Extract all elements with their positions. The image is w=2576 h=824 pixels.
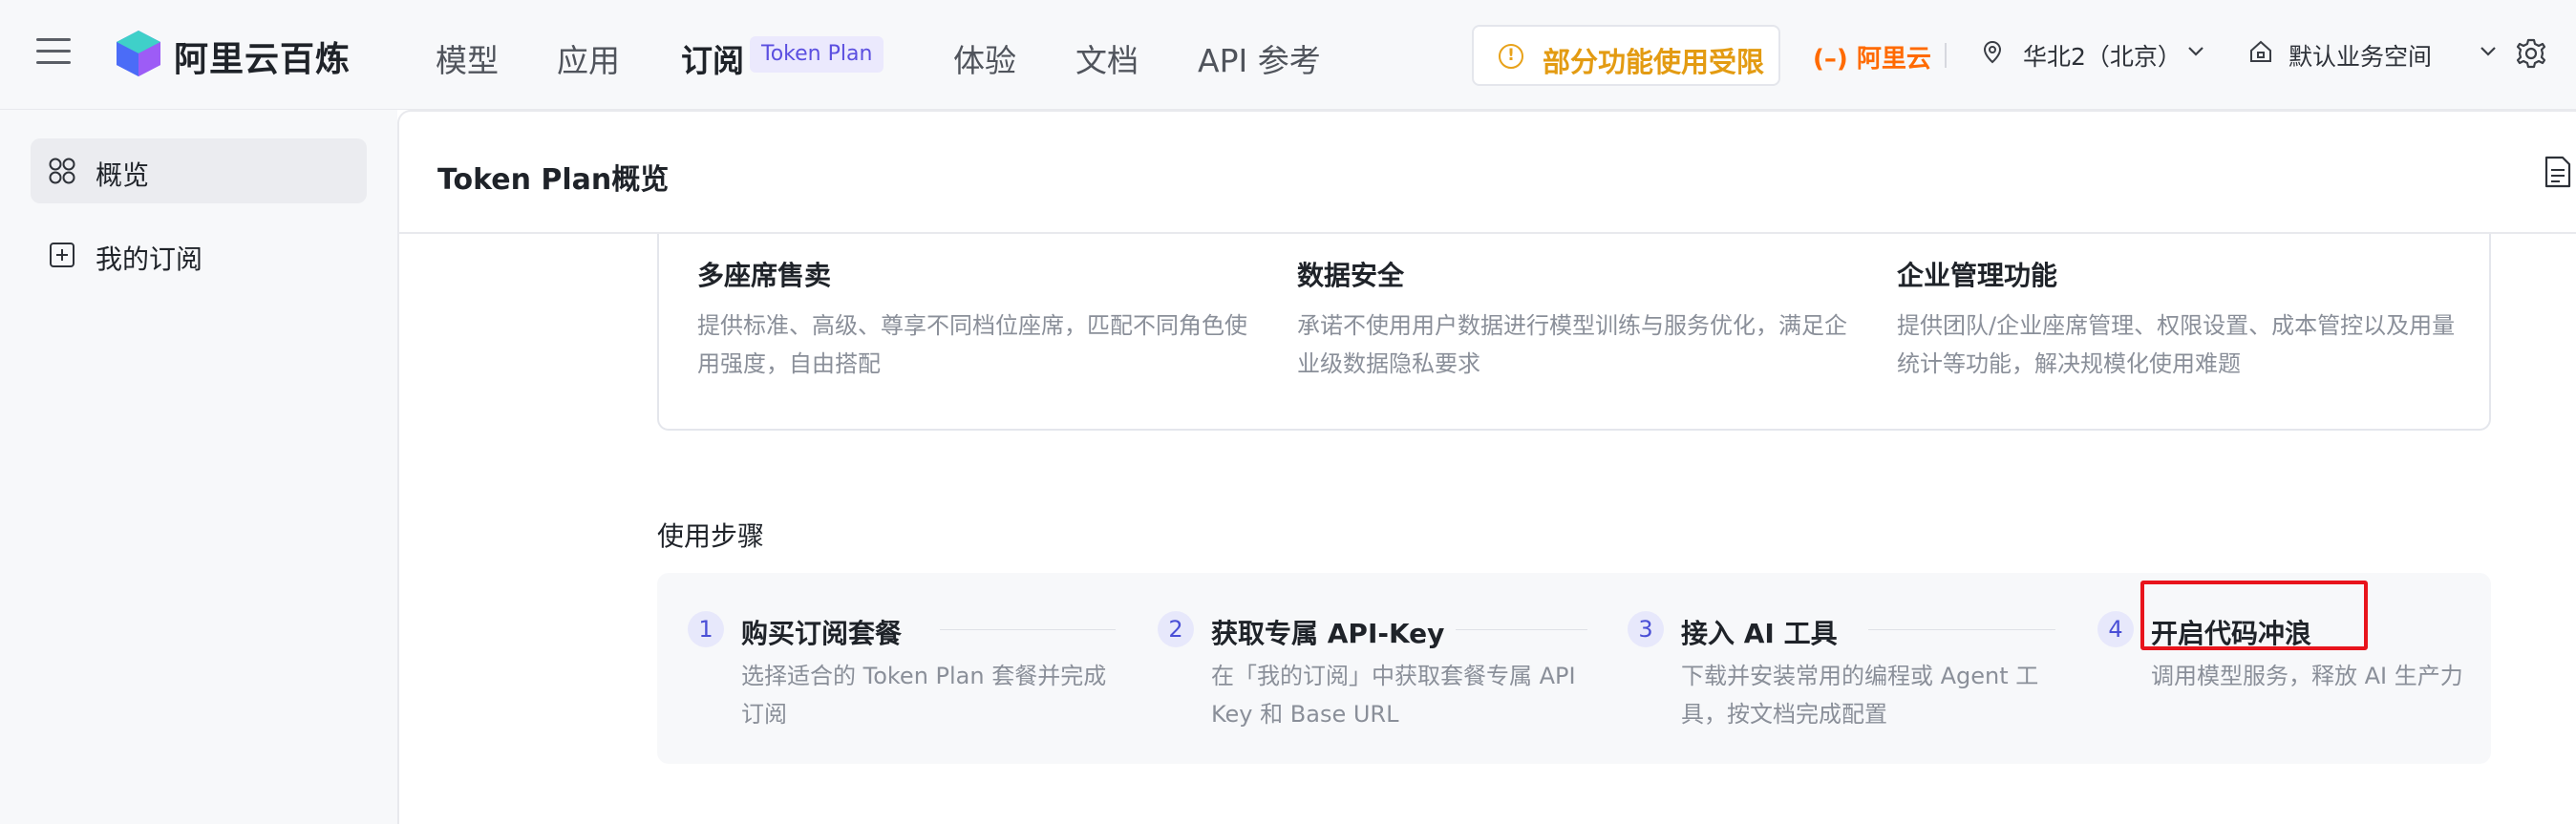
step-title: 接入 AI 工具: [1681, 618, 1838, 649]
step-title: 获取专属 API-Key: [1211, 618, 1445, 649]
aliyun-bracket-icon: (–): [1813, 45, 1848, 74]
workspace-label: 默认业务空间: [2289, 43, 2433, 71]
step-desc: 调用模型服务，释放 AI 生产力: [2151, 663, 2463, 689]
step-connector: [940, 629, 1116, 630]
chevron-down-icon: [2188, 47, 2203, 56]
sidebar: 概览 我的订阅: [0, 110, 397, 824]
step-number: 4: [2097, 611, 2134, 647]
region-label: 华北2（北京）: [2023, 43, 2182, 71]
document-icon[interactable]: [2544, 156, 2571, 188]
feature-multi-seat: 多座席售卖 提供标准、高级、尊享不同档位座席，匹配不同角色使用强度，自由搭配: [697, 255, 1261, 383]
sidebar-item-label: 我的订阅: [96, 243, 203, 275]
feature-data-security: 数据安全 承诺不使用用户数据进行模型训练与服务优化，满足企业级数据隐私要求: [1297, 255, 1861, 383]
nav-apps[interactable]: 应用: [557, 35, 620, 81]
feature-enterprise-management: 企业管理功能 提供团队/企业座席管理、权限设置、成本管控以及用量统计等功能，解决…: [1897, 255, 2460, 383]
workspace-home-icon: [2250, 40, 2271, 62]
aliyun-logo[interactable]: (–) 阿里云: [1813, 39, 1931, 74]
sidebar-item-overview[interactable]: 概览: [31, 138, 367, 203]
step-desc: 选择适合的 Token Plan 套餐并完成订阅: [741, 663, 1107, 728]
feature-card: 多座席售卖 提供标准、高级、尊享不同档位座席，匹配不同角色使用强度，自由搭配 数…: [657, 234, 2491, 431]
aliyun-logo-text: 阿里云: [1856, 45, 1931, 74]
settings-gear-icon[interactable]: [2514, 36, 2548, 71]
step-connector: [1456, 629, 1587, 630]
nav-docs[interactable]: 文档: [1075, 35, 1139, 81]
step-number: 3: [1628, 611, 1664, 647]
steps-title: 使用步骤: [657, 520, 765, 552]
bailian-logo-icon: [117, 31, 160, 76]
page-title: Token Plan概览: [437, 163, 670, 197]
feature-desc: 提供团队/企业座席管理、权限设置、成本管控以及用量统计等功能，解决规模化使用难题: [1897, 312, 2456, 377]
warning-label: 部分功能使用受限: [1543, 46, 1765, 78]
grid-icon: [49, 158, 75, 184]
hamburger-menu-icon[interactable]: [36, 38, 71, 67]
page-header: Token Plan概览: [399, 112, 2576, 234]
token-plan-badge[interactable]: Token Plan: [750, 36, 884, 73]
main-panel: Token Plan概览 多座席售卖 提供标准、高级、尊享不同档位座席，匹配不同…: [397, 110, 2576, 824]
header-divider: [1945, 43, 1947, 68]
step-desc: 下载并安装常用的编程或 Agent 工具，按文档完成配置: [1681, 663, 2039, 728]
nav-experience[interactable]: 体验: [953, 35, 1016, 81]
brand-name: 阿里云百炼: [174, 40, 351, 79]
feature-title: 企业管理功能: [1897, 260, 2058, 291]
chevron-down-icon: [2480, 47, 2496, 56]
step-number: 1: [688, 611, 724, 647]
warning-icon: !: [1499, 44, 1523, 69]
step-desc: 在「我的订阅」中获取套餐专属 API Key 和 Base URL: [1211, 663, 1576, 728]
limited-features-button[interactable]: ! 部分功能使用受限: [1472, 25, 1780, 86]
nav-models[interactable]: 模型: [436, 35, 499, 81]
top-bar: 阿里云百炼 模型 应用 订阅 Token Plan 体验 文档 API 参考 !…: [0, 0, 2576, 110]
step-title: 购买订阅套餐: [741, 618, 903, 649]
nav-subscription[interactable]: 订阅: [681, 35, 744, 81]
nav-api-reference[interactable]: API 参考: [1198, 35, 1321, 81]
step-connector: [1868, 629, 2055, 630]
feature-title: 多座席售卖: [697, 260, 832, 291]
sidebar-item-label: 概览: [96, 159, 150, 191]
feature-desc: 承诺不使用用户数据进行模型训练与服务优化，满足企业级数据隐私要求: [1297, 312, 1847, 377]
step-number: 2: [1158, 611, 1194, 647]
plus-square-icon: [50, 243, 75, 267]
location-pin-icon: [1983, 41, 2002, 64]
sidebar-item-my-subscriptions[interactable]: 我的订阅: [31, 222, 367, 287]
feature-desc: 提供标准、高级、尊享不同档位座席，匹配不同角色使用强度，自由搭配: [697, 312, 1247, 377]
feature-title: 数据安全: [1297, 260, 1405, 291]
highlight-box: [2140, 581, 2368, 650]
